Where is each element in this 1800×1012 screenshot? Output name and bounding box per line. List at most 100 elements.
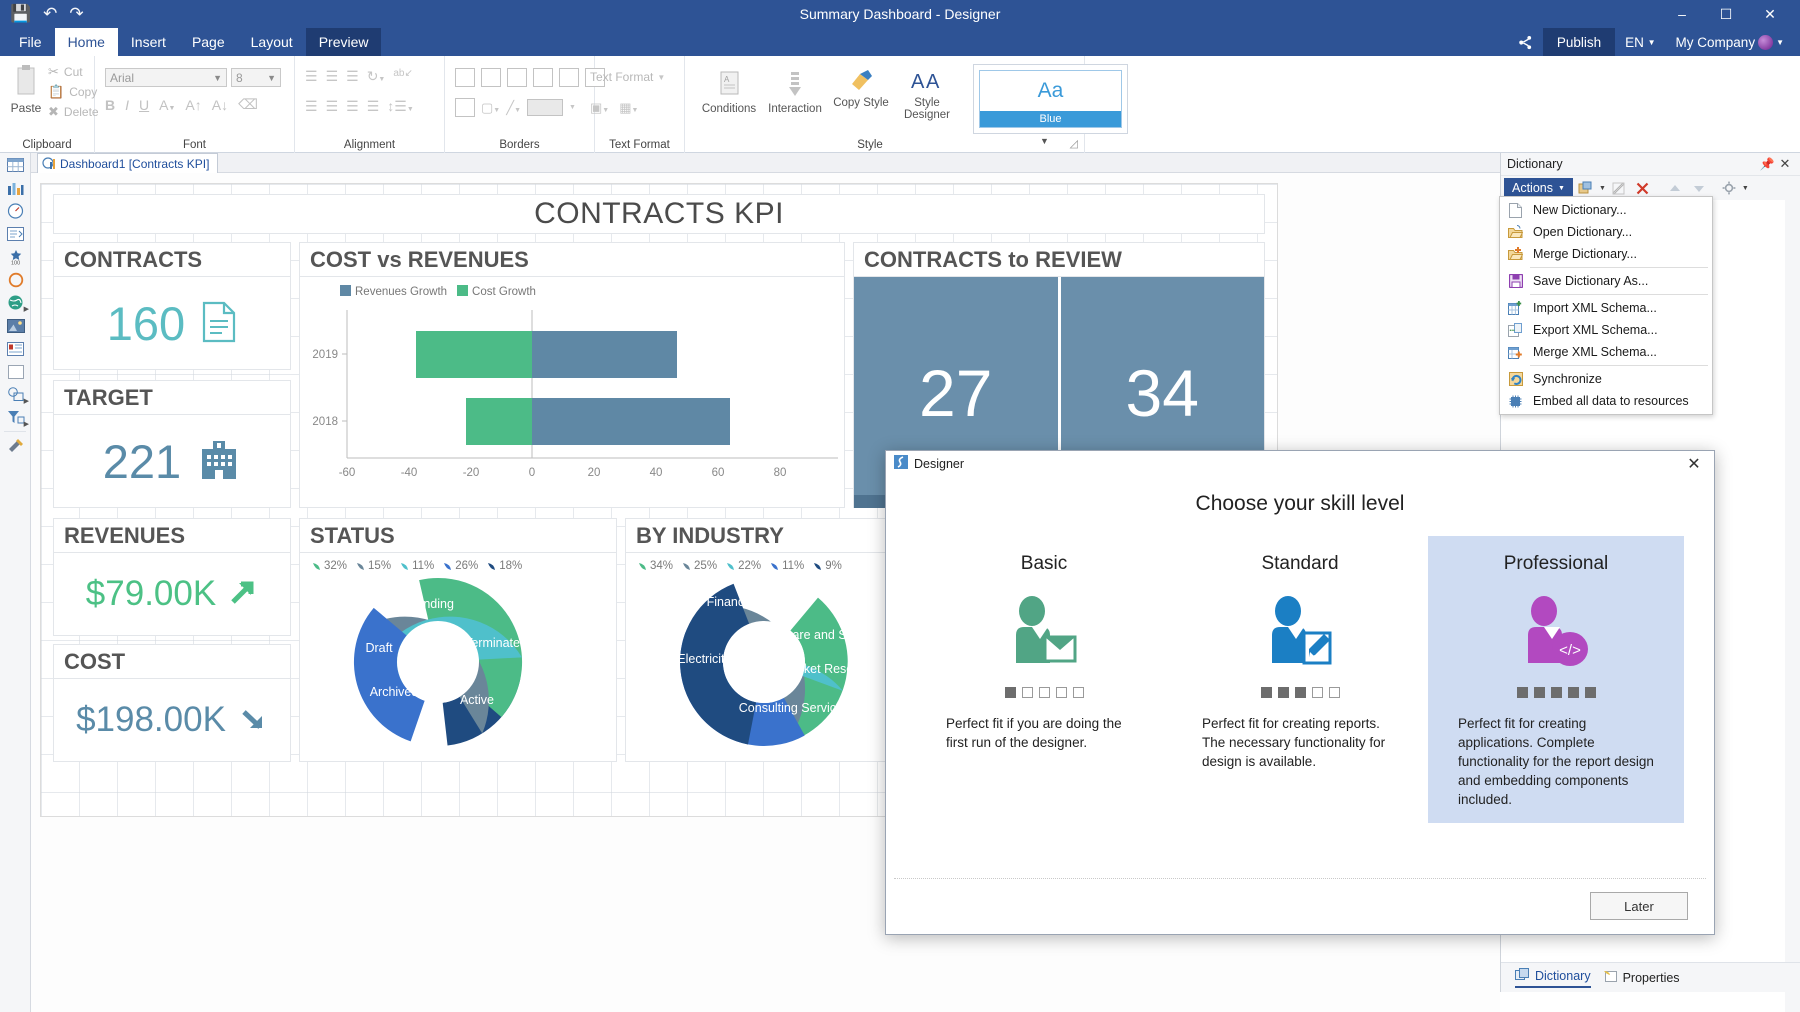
- delete-button[interactable]: ✖ Delete: [48, 104, 99, 120]
- document-tab[interactable]: Dashboard1 [Contracts KPI]: [37, 153, 219, 173]
- border-top-icon[interactable]: [507, 68, 527, 87]
- conditions-button[interactable]: A Conditions: [697, 70, 761, 116]
- tab-insert[interactable]: Insert: [118, 28, 179, 56]
- line-style-icon[interactable]: ╱▼: [506, 100, 521, 116]
- tab-preview[interactable]: Preview: [305, 28, 382, 56]
- footer-tab-properties[interactable]: Properties: [1603, 970, 1680, 986]
- panel-status[interactable]: STATUS 32% 15% 11% 26% 18% Pending Termi…: [299, 518, 617, 762]
- footer-tab-dictionary[interactable]: Dictionary: [1515, 967, 1591, 988]
- wrap-text-icon[interactable]: ab↙: [393, 68, 413, 85]
- align-right-icon[interactable]: ☰: [346, 98, 359, 115]
- later-button[interactable]: Later: [1590, 892, 1688, 920]
- underline-button[interactable]: U: [139, 97, 149, 113]
- font-color-icon[interactable]: A▼: [159, 97, 175, 113]
- image-icon[interactable]: [0, 314, 31, 337]
- skill-card-basic[interactable]: Basic Perfect fit if you are doing the f…: [916, 536, 1172, 823]
- style-preview-card[interactable]: Aa Blue: [973, 64, 1128, 134]
- language-selector[interactable]: EN ▼: [1615, 28, 1665, 56]
- company-selector[interactable]: My Company ▼: [1666, 28, 1794, 56]
- menu-item-merge-xml-schema[interactable]: Merge XML Schema...: [1500, 341, 1712, 363]
- skill-level-dialog[interactable]: Designer ✕ Choose your skill level Basic…: [885, 450, 1715, 935]
- font-family-select[interactable]: Arial ▼: [105, 68, 227, 87]
- font-size-select[interactable]: 8 ▼: [231, 68, 281, 87]
- gauge-icon[interactable]: [0, 199, 31, 222]
- share-icon[interactable]: [1508, 28, 1543, 56]
- border-bottom-icon[interactable]: [559, 68, 579, 87]
- italic-button[interactable]: I: [125, 97, 129, 113]
- tab-file[interactable]: File: [6, 28, 55, 56]
- map-icon[interactable]: ▶: [0, 291, 31, 314]
- menu-item-import-xml-schema[interactable]: Import XML Schema...: [1500, 297, 1712, 319]
- menu-item-open-dictionary[interactable]: Open Dictionary...: [1500, 221, 1712, 243]
- minimize-button[interactable]: –: [1660, 0, 1704, 28]
- tab-home[interactable]: Home: [54, 28, 118, 56]
- format-currency-icon[interactable]: ▣▼: [590, 100, 609, 116]
- edit-icon[interactable]: [1608, 178, 1630, 198]
- menu-item-new-dictionary[interactable]: New Dictionary...: [1500, 199, 1712, 221]
- align-left-icon[interactable]: ☰: [305, 98, 318, 115]
- align-top-icon[interactable]: ☰: [305, 68, 318, 85]
- new-item-icon[interactable]: [1575, 178, 1597, 198]
- maximize-button[interactable]: ☐: [1704, 0, 1748, 28]
- barcode-icon[interactable]: [0, 337, 31, 360]
- actions-button[interactable]: Actions ▼: [1504, 178, 1573, 198]
- skill-card-professional[interactable]: Professional </> Perfect fit for creatin…: [1428, 536, 1684, 823]
- dialog-close-button[interactable]: ✕: [1684, 454, 1704, 474]
- decrease-font-icon[interactable]: A↓: [212, 97, 228, 113]
- close-button[interactable]: ✕: [1748, 0, 1792, 28]
- interaction-button[interactable]: Interaction: [763, 70, 827, 116]
- panel-contracts[interactable]: CONTRACTS 160: [53, 242, 291, 370]
- filter-icon[interactable]: ▶: [0, 406, 31, 429]
- dashboard-title[interactable]: CONTRACTS KPI: [53, 194, 1265, 234]
- settings-icon[interactable]: [1718, 178, 1740, 198]
- border-all-icon[interactable]: [455, 68, 475, 87]
- align-justify-icon[interactable]: ☰: [367, 98, 380, 115]
- line-spacing-icon[interactable]: ↕☰▼: [387, 98, 414, 115]
- format-datetime-icon[interactable]: ▦▼: [619, 100, 638, 116]
- cut-button[interactable]: ✂ Cut: [48, 64, 99, 80]
- border-box-icon[interactable]: [455, 98, 475, 117]
- richtext-icon[interactable]: [0, 222, 31, 245]
- increase-font-icon[interactable]: A↑: [185, 97, 201, 113]
- dictionary-scrollbar[interactable]: [1785, 200, 1800, 1012]
- align-bottom-icon[interactable]: ☰: [346, 68, 359, 85]
- paste-button[interactable]: Paste: [8, 64, 44, 115]
- shape-circle-icon[interactable]: [0, 268, 31, 291]
- move-down-icon[interactable]: [1688, 178, 1710, 198]
- close-icon[interactable]: ✕: [1776, 156, 1794, 172]
- tools-icon[interactable]: [0, 434, 31, 457]
- delete-icon[interactable]: [1632, 178, 1654, 198]
- pin-icon[interactable]: 📌: [1758, 157, 1776, 171]
- menu-item-embed-all-data[interactable]: Embed all data to resources: [1500, 390, 1712, 412]
- tab-layout[interactable]: Layout: [238, 28, 306, 56]
- panel-cost[interactable]: COST $198.00K: [53, 644, 291, 762]
- panel-target[interactable]: TARGET 221: [53, 380, 291, 508]
- chevron-down-icon[interactable]: ▼: [569, 104, 576, 111]
- tab-page[interactable]: Page: [179, 28, 238, 56]
- skill-card-standard[interactable]: Standard Perfect fit for creating report…: [1172, 536, 1428, 823]
- align-center-icon[interactable]: ☰: [326, 98, 339, 115]
- publish-button[interactable]: Publish: [1542, 28, 1616, 56]
- align-middle-icon[interactable]: ☰: [326, 68, 339, 85]
- menu-item-save-dictionary-as[interactable]: Save Dictionary As...: [1500, 270, 1712, 292]
- rotate-text-icon[interactable]: ↻▼: [367, 68, 386, 85]
- chevron-down-icon[interactable]: ▼: [1599, 185, 1606, 192]
- bold-button[interactable]: B: [105, 97, 115, 113]
- border-color-swatch[interactable]: [527, 99, 563, 116]
- menu-item-synchronize[interactable]: Synchronize: [1500, 368, 1712, 390]
- menu-item-merge-dictionary[interactable]: Merge Dictionary...: [1500, 243, 1712, 265]
- checkbox-100-icon[interactable]: 100: [0, 245, 31, 268]
- copy-button[interactable]: 📋 Copy: [48, 84, 99, 100]
- fill-color-icon[interactable]: ▢▼: [481, 100, 500, 116]
- panel-revenues[interactable]: REVENUES $79.00K: [53, 518, 291, 636]
- rectangle-icon[interactable]: [0, 360, 31, 383]
- copy-style-button[interactable]: Copy Style: [829, 68, 893, 109]
- move-up-icon[interactable]: [1664, 178, 1686, 198]
- table-icon[interactable]: [0, 153, 31, 176]
- clear-format-icon[interactable]: ⌫: [238, 96, 258, 113]
- style-designer-button[interactable]: AA Style Designer: [895, 68, 959, 121]
- chart-icon[interactable]: [0, 176, 31, 199]
- border-left-icon[interactable]: [533, 68, 553, 87]
- menu-item-export-xml-schema[interactable]: ••• Export XML Schema...: [1500, 319, 1712, 341]
- style-dialog-launcher-icon[interactable]: ◿: [1070, 137, 1078, 150]
